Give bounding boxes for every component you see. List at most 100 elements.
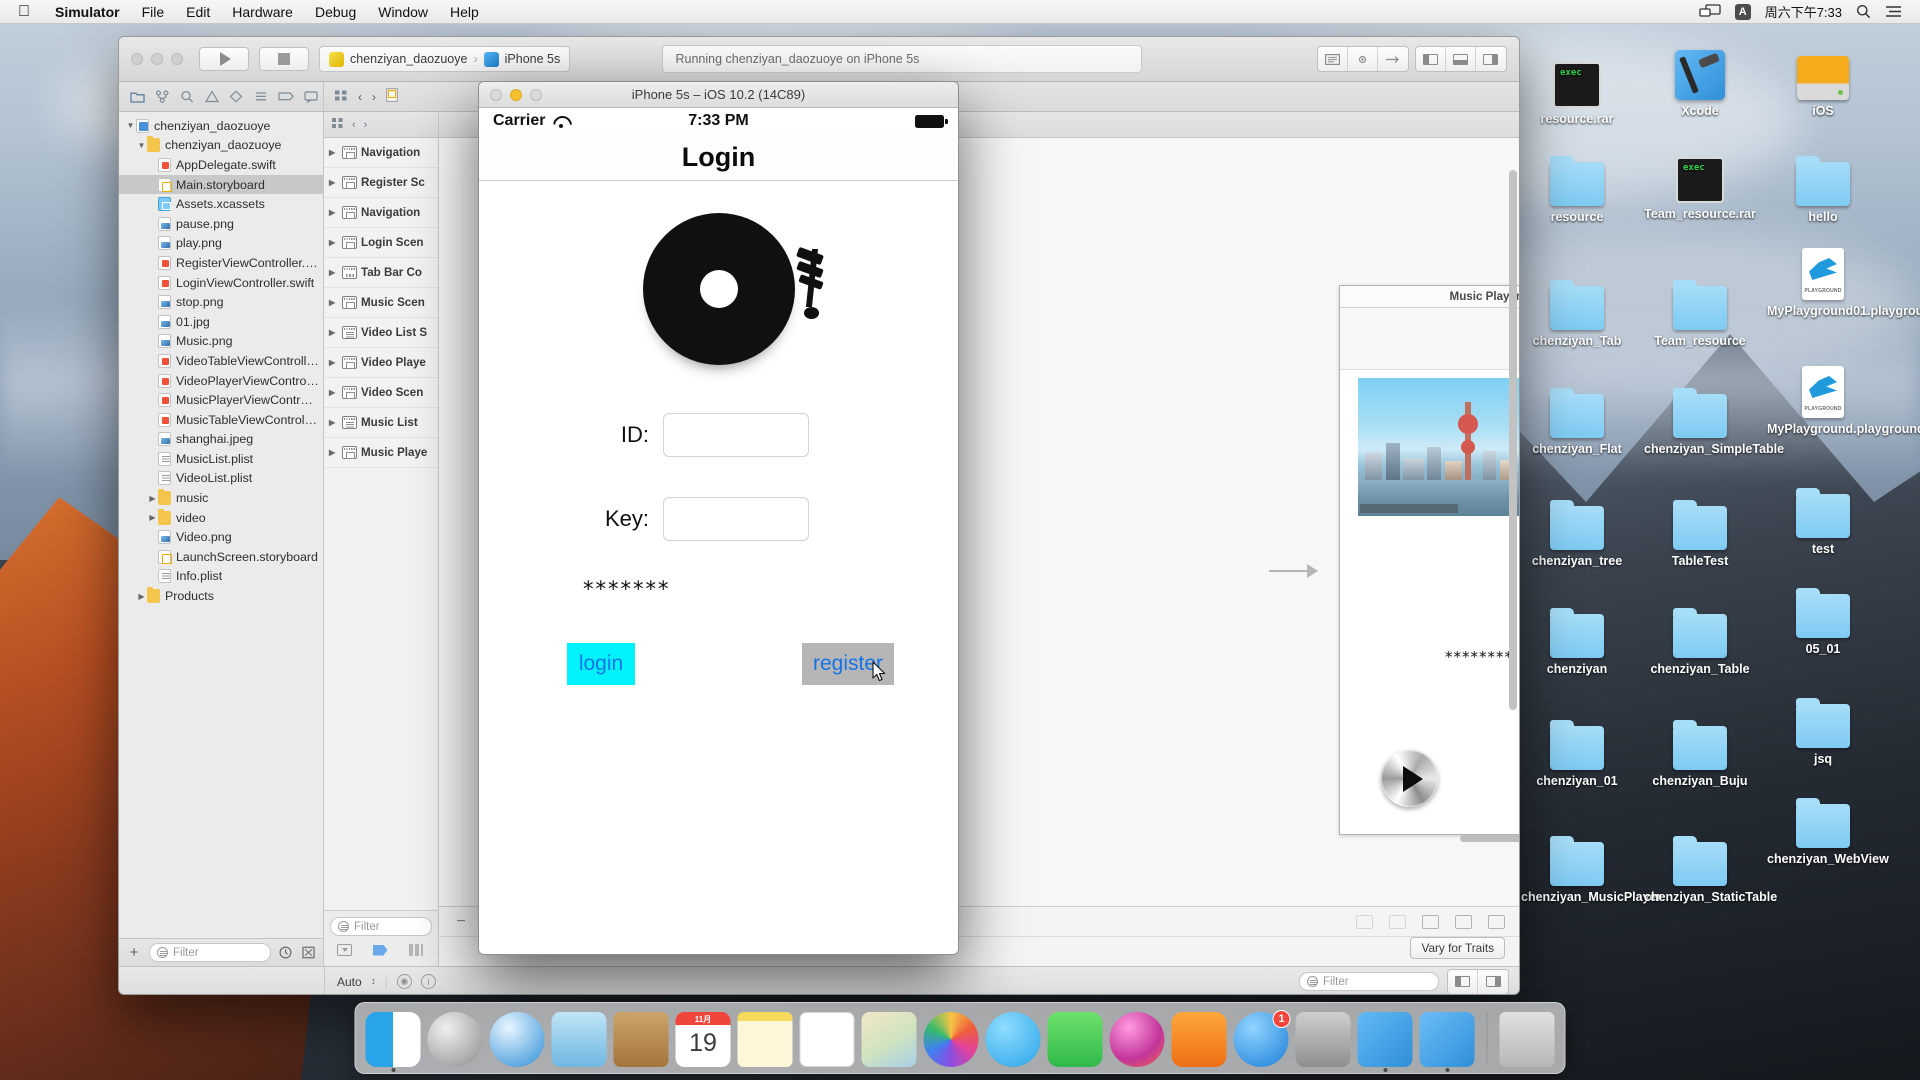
ios-simulator-window[interactable]: iPhone 5s – iOS 10.2 (14C89) Carrier 7:3… <box>478 81 959 955</box>
toggle-debug-area-button[interactable] <box>1445 47 1476 71</box>
disclosure-triangle-icon[interactable]: ▶ <box>329 298 338 307</box>
utilities-filter-input[interactable]: Filter <box>1299 972 1439 991</box>
standard-editor-button[interactable] <box>1317 47 1348 71</box>
file-tree-row[interactable]: Info.plist <box>119 567 323 587</box>
assistant-editor-button[interactable] <box>1347 47 1378 71</box>
debug-navigator-icon[interactable] <box>249 85 274 109</box>
reminders-icon[interactable] <box>799 1012 855 1067</box>
apple-menu-icon[interactable]:  <box>18 3 30 20</box>
music-player-scene[interactable]: Music Player View Controller <box>1339 285 1519 842</box>
eye-icon[interactable]: ◉ <box>396 974 412 989</box>
file-tree-row[interactable]: MusicPlayerViewController.swift <box>119 390 323 410</box>
launchpad-icon[interactable] <box>427 1012 483 1067</box>
search-icon[interactable] <box>1856 4 1871 19</box>
menu-item-hardware[interactable]: Hardware <box>221 0 304 24</box>
zoom-out-button[interactable]: − <box>453 913 469 931</box>
resolve-issues-icon[interactable] <box>1488 914 1505 929</box>
add-file-button[interactable]: + <box>125 944 143 962</box>
file-tree-row[interactable]: LaunchScreen.storyboard <box>119 547 323 567</box>
panel-layout-segmented-control[interactable] <box>1447 968 1509 994</box>
navigator-selector-bar[interactable] <box>119 82 324 111</box>
disclosure-triangle-icon[interactable]: ▶ <box>329 418 338 427</box>
outline-scene-row[interactable]: ▶ Navigation <box>324 198 438 228</box>
chevron-left-icon[interactable]: ‹ <box>358 90 362 104</box>
outline-back-icon[interactable]: ‹ <box>352 119 356 131</box>
key-input[interactable] <box>663 497 809 541</box>
file-tree-row[interactable]: ▶ Products <box>119 586 323 606</box>
disclosure-triangle-icon[interactable]: ▶ <box>329 268 338 277</box>
file-tree-row[interactable]: ▼ chenziyan_daozuoye <box>119 136 323 156</box>
navigator-filter-input[interactable]: Filter <box>149 943 271 962</box>
disclosure-triangle-icon[interactable]: ▶ <box>147 513 158 522</box>
disclosure-triangle-icon[interactable]: ▶ <box>147 494 158 503</box>
desktop-icon[interactable]: TableTest <box>1644 492 1756 568</box>
file-tree-row[interactable]: Assets.xcassets <box>119 194 323 214</box>
outline-grid-icon[interactable] <box>331 117 344 132</box>
device-orientation-selector[interactable]: Auto ↕ | ◉ i <box>324 967 436 994</box>
chevron-right-icon[interactable]: › <box>372 90 376 104</box>
menu-item-window[interactable]: Window <box>367 0 439 24</box>
desktop-icon[interactable]: chenziyan_WebView <box>1767 790 1889 866</box>
right-panel-button[interactable] <box>1478 969 1508 994</box>
document-outline[interactable]: ‹ › ▶ Navigation ▶ Register Sc ▶ Navigation ▶ L… <box>324 112 439 966</box>
horizontal-scrollbar[interactable] <box>1460 835 1519 842</box>
simulator-screen[interactable]: Carrier 7:33 PM Login ID: Key: ******* l… <box>479 108 958 954</box>
editor-mode-segmented-control[interactable] <box>1316 46 1409 72</box>
project-navigator[interactable]: ▼ chenziyan_daozuoye ▼ chenziyan_daozuoye Ap… <box>119 112 324 966</box>
outline-scene-row[interactable]: ▶ Music List <box>324 408 438 438</box>
chevron-updown-icon[interactable]: ↕ <box>371 976 376 987</box>
simulator-icon[interactable] <box>1419 1012 1475 1072</box>
issue-navigator-icon[interactable] <box>199 85 224 109</box>
outline-scene-row[interactable]: ▶ Register Sc <box>324 168 438 198</box>
disclosure-triangle-icon[interactable]: ▶ <box>329 328 338 337</box>
source-control-navigator-icon[interactable] <box>150 85 175 109</box>
desktop-icon[interactable]: 05_01 <box>1767 580 1879 656</box>
file-tree-row[interactable]: Music.png <box>119 332 323 352</box>
info-icon[interactable]: i <box>420 974 436 989</box>
desktop-icon[interactable]: Team_resource <box>1644 272 1756 348</box>
disclosure-triangle-icon[interactable]: ▶ <box>329 208 338 217</box>
file-tree-row[interactable]: LoginViewController.swift <box>119 273 323 293</box>
menu-bar-clock[interactable]: 周六下午7:33 <box>1765 2 1842 21</box>
recent-files-icon[interactable] <box>277 944 294 961</box>
desktop-icon[interactable]: chenziyan_Flat <box>1521 380 1633 456</box>
desktop-icon[interactable]: iOS <box>1767 42 1879 118</box>
photos-icon[interactable] <box>923 1012 979 1067</box>
notes-icon[interactable] <box>737 1012 793 1067</box>
disclosure-triangle-icon[interactable]: ▶ <box>329 238 338 247</box>
menu-item-debug[interactable]: Debug <box>304 0 367 24</box>
desktop-icon[interactable]: chenziyan_Buju <box>1644 712 1756 788</box>
stop-button[interactable] <box>259 47 309 71</box>
vary-for-traits-button[interactable]: Vary for Traits <box>1410 937 1505 959</box>
file-tree-row[interactable]: AppDelegate.swift <box>119 155 323 175</box>
desktop-icon[interactable]: resource <box>1521 148 1633 224</box>
calendar-icon[interactable]: 11月 19 <box>675 1012 731 1067</box>
register-button[interactable]: register <box>802 643 894 685</box>
xcode-icon[interactable] <box>1357 1012 1413 1072</box>
shanghai-image-view[interactable] <box>1358 378 1519 516</box>
desktop-icon[interactable]: chenziyan_tree <box>1521 492 1633 568</box>
outline-tool-buttons[interactable] <box>324 936 438 957</box>
desktop-icon[interactable]: MyPlayground.playground <box>1767 360 1920 436</box>
columns-icon[interactable] <box>406 943 426 957</box>
project-file-tree[interactable]: ▼ chenziyan_daozuoye ▼ chenziyan_daozuoye Ap… <box>119 112 323 606</box>
filter-dropdown-icon[interactable] <box>334 943 354 957</box>
disclosure-triangle-icon[interactable]: ▶ <box>329 358 338 367</box>
outline-scene-list[interactable]: ▶ Navigation ▶ Register Sc ▶ Navigation ▶ Login… <box>324 138 438 468</box>
desktop-icon[interactable]: chenziyan_StaticTable <box>1644 828 1777 904</box>
desktop-icon[interactable]: MyPlayground01.playground <box>1767 242 1920 318</box>
window-traffic-lights[interactable] <box>131 53 183 65</box>
grid-icon[interactable] <box>334 89 348 105</box>
outline-filter-input[interactable]: Filter <box>330 917 432 936</box>
file-tree-row[interactable]: MusicTableViewController.swift <box>119 410 323 430</box>
zoom-button[interactable] <box>171 53 183 65</box>
system-preferences-icon[interactable] <box>1295 1012 1351 1067</box>
desktop-icon[interactable]: hello <box>1767 148 1879 224</box>
toggle-navigator-button[interactable] <box>1415 47 1446 71</box>
disclosure-triangle-icon[interactable]: ▶ <box>329 148 338 157</box>
file-tree-row[interactable]: VideoTableViewController.swift <box>119 351 323 371</box>
update-frames-icon[interactable] <box>1356 914 1373 929</box>
safari-icon[interactable] <box>489 1012 545 1067</box>
desktop-icon[interactable]: chenziyan_Tab <box>1521 272 1633 348</box>
outline-scene-row[interactable]: ▶ Video Playe <box>324 348 438 378</box>
